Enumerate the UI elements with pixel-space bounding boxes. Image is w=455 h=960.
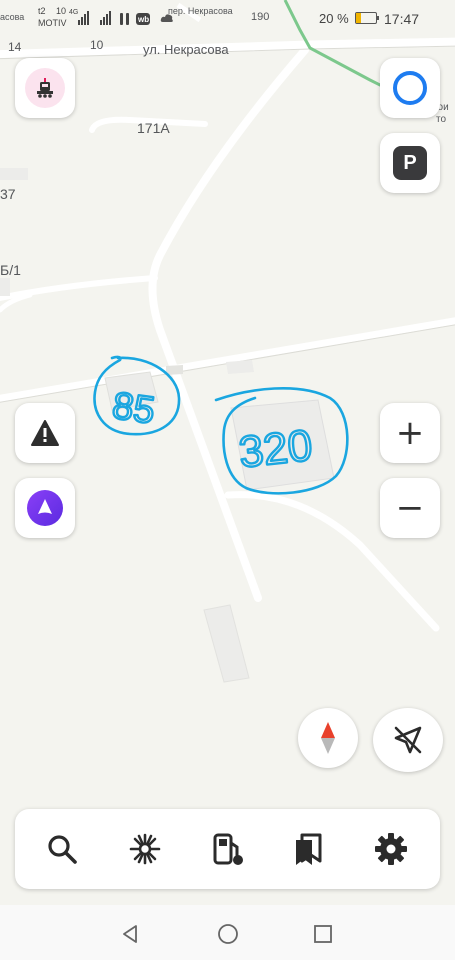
cloud-icon (160, 14, 173, 22)
bookmarks-icon (296, 833, 322, 865)
location-off-icon (394, 726, 422, 754)
clock: 17:47 (384, 11, 420, 27)
handwritten-85: 85 (110, 385, 158, 432)
signal-icon: wb (78, 11, 150, 25)
back-icon (123, 925, 137, 943)
minus-icon: − (395, 488, 425, 528)
plus-icon: + (395, 413, 425, 453)
alice-icon (27, 490, 63, 526)
layers-button[interactable] (380, 58, 440, 118)
train-icon (25, 68, 65, 108)
battery-percent: 20 % (319, 11, 349, 26)
route-icon (129, 833, 161, 865)
transport-button[interactable] (15, 58, 75, 118)
home-button[interactable] (214, 920, 242, 948)
system-nav-bar (0, 905, 455, 960)
back-button[interactable] (116, 920, 144, 948)
home-icon (218, 924, 238, 944)
settings-icon (375, 833, 407, 865)
gas-station-icon (213, 833, 243, 865)
label-10: 10 (90, 38, 104, 52)
alert-button[interactable] (15, 403, 75, 463)
circle-icon (393, 71, 427, 105)
zoom-in-button[interactable]: + (380, 403, 440, 463)
label-37: 37 (0, 186, 16, 202)
label-14: 14 (8, 40, 22, 54)
gas-station-button[interactable] (207, 829, 247, 869)
status-bar: t2 MOTIV 10 4G wb 20 % 17:47 (0, 0, 455, 38)
net-1: 10 (56, 6, 67, 16)
bottom-toolbar (15, 809, 440, 889)
compass-icon (321, 722, 335, 754)
zoom-out-button[interactable]: − (380, 478, 440, 538)
label-edge-right-2: то (436, 114, 446, 125)
carrier-1: t2 (38, 6, 46, 16)
route-button[interactable] (125, 829, 165, 869)
label-b1: Б/1 (0, 262, 21, 278)
warning-triangle-icon (31, 420, 59, 446)
label-street-main: ул. Некрасова (143, 42, 229, 57)
recents-button[interactable] (309, 920, 337, 948)
recents-icon (314, 925, 332, 943)
parking-label: P (403, 151, 417, 174)
carrier-2: MOTIV (38, 18, 67, 28)
compass-button[interactable] (298, 708, 358, 768)
parking-button[interactable]: P (380, 133, 440, 193)
svg-text:wb: wb (137, 15, 149, 24)
search-icon (48, 835, 77, 864)
alice-button[interactable] (15, 478, 75, 538)
location-button[interactable] (373, 708, 443, 772)
net-2: 4G (69, 9, 79, 16)
search-button[interactable] (42, 829, 82, 869)
settings-button[interactable] (371, 829, 411, 869)
handwritten-320: 320 (237, 421, 315, 477)
label-171a: 171А (137, 120, 170, 136)
parking-icon: P (393, 146, 427, 180)
battery-icon (355, 12, 377, 24)
bookmarks-button[interactable] (289, 829, 329, 869)
